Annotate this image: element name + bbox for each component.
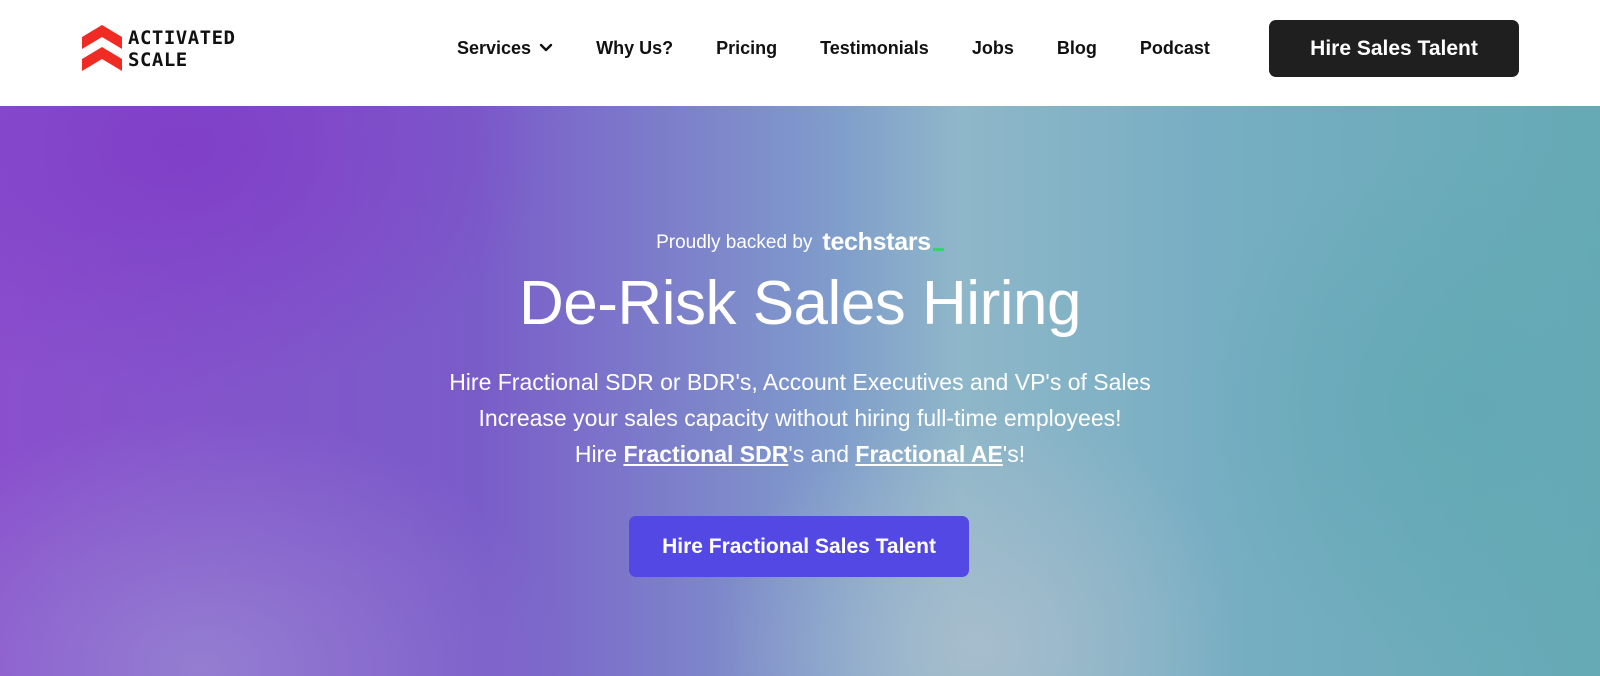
main-nav: Services Why Us? Pricing Testimonials Jo…: [457, 36, 1210, 60]
hero-subtext: Hire Fractional SDR or BDR's, Account Ex…: [0, 364, 1600, 472]
line3-mid: 's and: [788, 441, 856, 467]
nav-item-label: Services: [457, 37, 532, 58]
line3-prefix: Hire: [574, 441, 624, 467]
site-header: ACTIVATED SCALE Services Why Us? Pricing…: [0, 0, 1600, 106]
hire-sales-talent-button[interactable]: Hire Sales Talent: [1269, 20, 1519, 77]
fractional-ae-link[interactable]: Fractional AE: [855, 441, 1002, 467]
nav-item-blog[interactable]: Blog: [1057, 38, 1097, 59]
double-chevron-up-icon: [82, 25, 122, 71]
hero-section: Proudly backed by techstars De-Risk Sale…: [0, 106, 1600, 676]
techstars-wordmark: techstars: [822, 228, 931, 256]
nav-item-why-us[interactable]: Why Us?: [596, 38, 673, 59]
nav-item-pricing[interactable]: Pricing: [716, 38, 777, 59]
brand-wordmark: ACTIVATED SCALE: [128, 27, 235, 71]
line3-suffix: 's!: [1002, 441, 1026, 467]
techstars-underscore-mark: [932, 248, 944, 251]
brand-name-line2: SCALE: [128, 49, 188, 71]
hire-fractional-sales-talent-button[interactable]: Hire Fractional Sales Talent: [629, 516, 969, 577]
fractional-sdr-link[interactable]: Fractional SDR: [623, 441, 788, 467]
techstars-logo: techstars: [822, 228, 944, 257]
nav-item-services[interactable]: Services: [457, 38, 553, 59]
backed-by-text: Proudly backed by: [656, 231, 813, 253]
hero-line-2: Increase your sales capacity without hir…: [478, 405, 1122, 431]
nav-item-jobs[interactable]: Jobs: [972, 38, 1014, 59]
hero-headline: De-Risk Sales Hiring: [519, 269, 1081, 338]
chevron-down-icon: [539, 43, 553, 52]
hero-line-3: Hire Fractional SDR's and Fractional AE'…: [0, 436, 1600, 472]
nav-item-podcast[interactable]: Podcast: [1140, 38, 1210, 59]
hero-line-1: Hire Fractional SDR or BDR's, Account Ex…: [449, 369, 1151, 395]
nav-item-testimonials[interactable]: Testimonials: [820, 38, 929, 59]
brand-name-line1: ACTIVATED: [128, 27, 236, 49]
brand-logo[interactable]: ACTIVATED SCALE: [82, 24, 235, 74]
backed-by-line: Proudly backed by techstars: [0, 228, 1600, 257]
